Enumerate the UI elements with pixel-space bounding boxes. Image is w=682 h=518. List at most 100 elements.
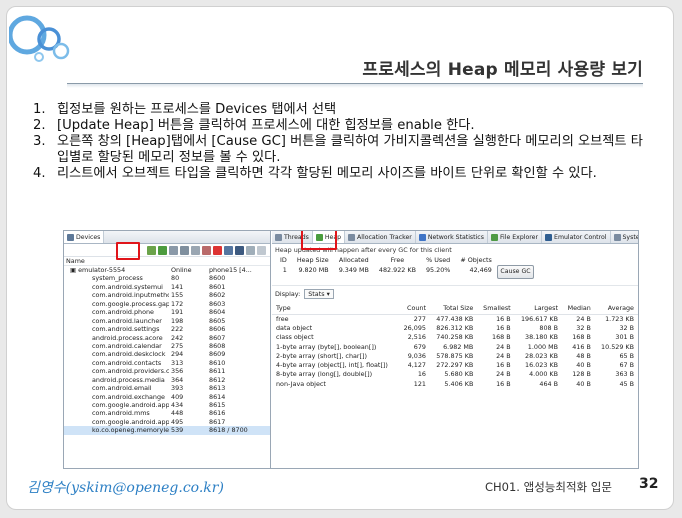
stats-row[interactable]: data object 26,095 826.312 KB 16 B 808 B 32 B… <box>272 323 638 332</box>
title-divider-shadow <box>67 84 643 88</box>
stats-cell: 4.000 KB <box>529 370 559 379</box>
stats-column-header[interactable]: Count <box>398 303 430 315</box>
stats-column-header[interactable]: Smallest <box>477 303 515 315</box>
stats-cell: 740.258 KB <box>436 333 474 342</box>
stats-cell: 65 B <box>619 351 634 360</box>
cause-gc-button[interactable]: Cause GC <box>497 265 534 279</box>
tab-system-infor[interactable]: System Infor <box>611 231 638 243</box>
tab-label: Emulator Control <box>554 233 607 241</box>
process-port: 8603 <box>209 299 226 308</box>
device-icon <box>67 233 74 241</box>
process-row[interactable]: com.android.mms 448 8616 <box>64 409 270 417</box>
process-name: com.android.exchange <box>92 392 165 401</box>
process-row[interactable]: system_process 80 8600 <box>64 274 270 282</box>
process-pid: 313 <box>171 358 184 367</box>
stats-cell: 363 B <box>615 370 634 379</box>
process-row[interactable]: com.android.systemui 141 8601 <box>64 283 270 291</box>
stats-cell: 168 B <box>492 333 511 342</box>
tab-icon <box>348 233 356 241</box>
tab-icon <box>613 233 621 241</box>
dump-hprof-icon[interactable] <box>169 245 178 255</box>
update-threads-icon[interactable] <box>191 245 200 255</box>
stats-column-header[interactable]: Average <box>594 303 638 315</box>
stats-cell: 5.680 KB <box>444 370 474 379</box>
process-row[interactable]: com.android.providers.cale356 8611 <box>64 367 270 375</box>
process-pid: 222 <box>171 325 184 334</box>
process-port: 8602 <box>209 291 226 300</box>
process-row[interactable]: com.android.launcher 198 8605 <box>64 317 270 325</box>
tab-icon <box>275 233 282 241</box>
stats-row[interactable]: class object 2,516 740.258 KB 168 B 38.180 K… <box>272 333 638 342</box>
display-select[interactable]: Stats ▾ <box>304 288 334 299</box>
process-row[interactable]: com.android.deskclock 294 8609 <box>64 350 270 358</box>
stop-process-icon[interactable] <box>213 245 222 255</box>
systrace-icon[interactable] <box>246 245 255 255</box>
summary-cell: 482.922 KB <box>378 266 416 274</box>
process-row[interactable]: com.google.android.apps.r434 8615 <box>64 401 270 409</box>
process-row[interactable]: com.android.inputmethod. 155 8602 <box>64 291 270 299</box>
process-row[interactable]: com.android.exchange 409 8614 <box>64 393 270 401</box>
tab-devices[interactable]: Devices <box>64 231 105 243</box>
chapter-label: CH01. 앱성능최적화 입문 <box>485 480 612 494</box>
stats-cell: 24 B <box>496 342 511 351</box>
stats-column-header[interactable]: Type <box>272 303 399 315</box>
device-row[interactable]: ▣ emulator-5554 Online phone15 [4... <box>64 266 270 274</box>
process-row[interactable]: android.process.media 364 8612 <box>64 376 270 384</box>
process-port: 8612 <box>209 375 226 384</box>
tab-emulator-control[interactable]: Emulator Control <box>542 231 611 243</box>
process-pid: 80 <box>171 274 180 283</box>
tab-allocation-tracker[interactable]: Allocation Tracker <box>345 231 416 243</box>
process-row[interactable]: com.android.calendar 275 8608 <box>64 342 270 350</box>
step-item: 2. [Update Heap] 버튼을 클릭하여 프로세스에 대한 힙정보를 e… <box>33 118 653 134</box>
process-pid: 393 <box>171 384 184 393</box>
stats-row[interactable]: 2-byte array (short[], char[]) 9,036 578.8… <box>272 351 638 360</box>
summary-header: Heap Size <box>296 256 329 264</box>
process-name: com.android.settings <box>92 325 160 334</box>
update-heap-icon[interactable] <box>158 245 167 255</box>
process-name: com.android.launcher <box>92 316 162 325</box>
process-row[interactable]: com.android.contacts 313 8610 <box>64 359 270 367</box>
stats-cell: 121 <box>413 379 426 388</box>
menu-chevron-icon[interactable] <box>257 245 266 255</box>
process-row[interactable]: com.google.android.apps.r495 8617 <box>64 418 270 426</box>
step-text: 오른쪽 창의 [Heap]탭에서 [Cause GC] 버튼을 클릭하여 가비지… <box>57 134 643 165</box>
stats-cell: 277 <box>413 314 426 323</box>
stats-column-header[interactable]: Median <box>562 303 595 315</box>
method-profiling-icon[interactable] <box>202 245 211 255</box>
process-row[interactable]: com.google.process.gapps 172 8603 <box>64 300 270 308</box>
process-row[interactable]: com.android.settings 222 8606 <box>64 325 270 333</box>
process-row[interactable]: com.android.email 393 8613 <box>64 384 270 392</box>
devices-toolbar <box>64 244 270 257</box>
stats-row[interactable]: non-Java object 121 5.406 KB 16 B 464 B 40 B 4… <box>272 379 638 388</box>
stats-row[interactable]: free 277 477.438 KB 16 B 196.617 KB 24 B 1.723… <box>272 314 638 323</box>
stats-cell: 808 B <box>539 323 559 332</box>
tab-file-explorer[interactable]: File Explorer <box>488 231 543 243</box>
process-name: com.android.phone <box>92 308 154 317</box>
process-row[interactable]: ko.co.openeg.memoryleak 539 8618 / 8700 <box>64 426 270 435</box>
stats-row[interactable]: 1-byte array (byte[], boolean[]) 679 6.982… <box>272 342 638 351</box>
stats-cell: 16.023 KB <box>525 361 559 370</box>
stats-cell: 4,127 <box>407 361 426 370</box>
stats-column-header[interactable]: Largest <box>514 303 563 315</box>
process-port: 8608 <box>209 341 226 350</box>
stats-row[interactable]: 4-byte array (object[], int[], float[]) 4… <box>272 360 638 369</box>
stats-column-header[interactable]: Total Size <box>429 303 478 315</box>
debug-icon[interactable] <box>147 245 156 255</box>
step-number: 3. <box>33 134 46 149</box>
cause-gc-icon[interactable] <box>180 245 189 255</box>
reset-adb-icon[interactable] <box>235 245 244 255</box>
stats-cell: 16 B <box>496 361 511 370</box>
heap-summary-table: ID Heap Size Allocated Free% Used # Objects … <box>275 255 497 275</box>
process-row[interactable]: android.process.acore 242 8607 <box>64 334 270 342</box>
stats-cell: 128 B <box>572 370 591 379</box>
page-number: 32 <box>639 476 659 492</box>
stats-row[interactable]: 8-byte array (long[], double[]) 16 5.680 K… <box>272 370 638 379</box>
process-port: 8600 <box>209 274 226 283</box>
tab-network-statistics[interactable]: Network Statistics <box>416 231 488 243</box>
process-port: 8613 <box>209 384 226 393</box>
process-port: 8605 <box>209 316 226 325</box>
process-row[interactable]: com.android.phone 191 8604 <box>64 308 270 316</box>
screen-capture-icon[interactable] <box>224 245 233 255</box>
stats-cell: 24 B <box>496 351 511 360</box>
steps-list: 1. 힙정보를 원하는 프로세스를 Devices 탭에서 선택 2. [Updat… <box>33 102 653 182</box>
